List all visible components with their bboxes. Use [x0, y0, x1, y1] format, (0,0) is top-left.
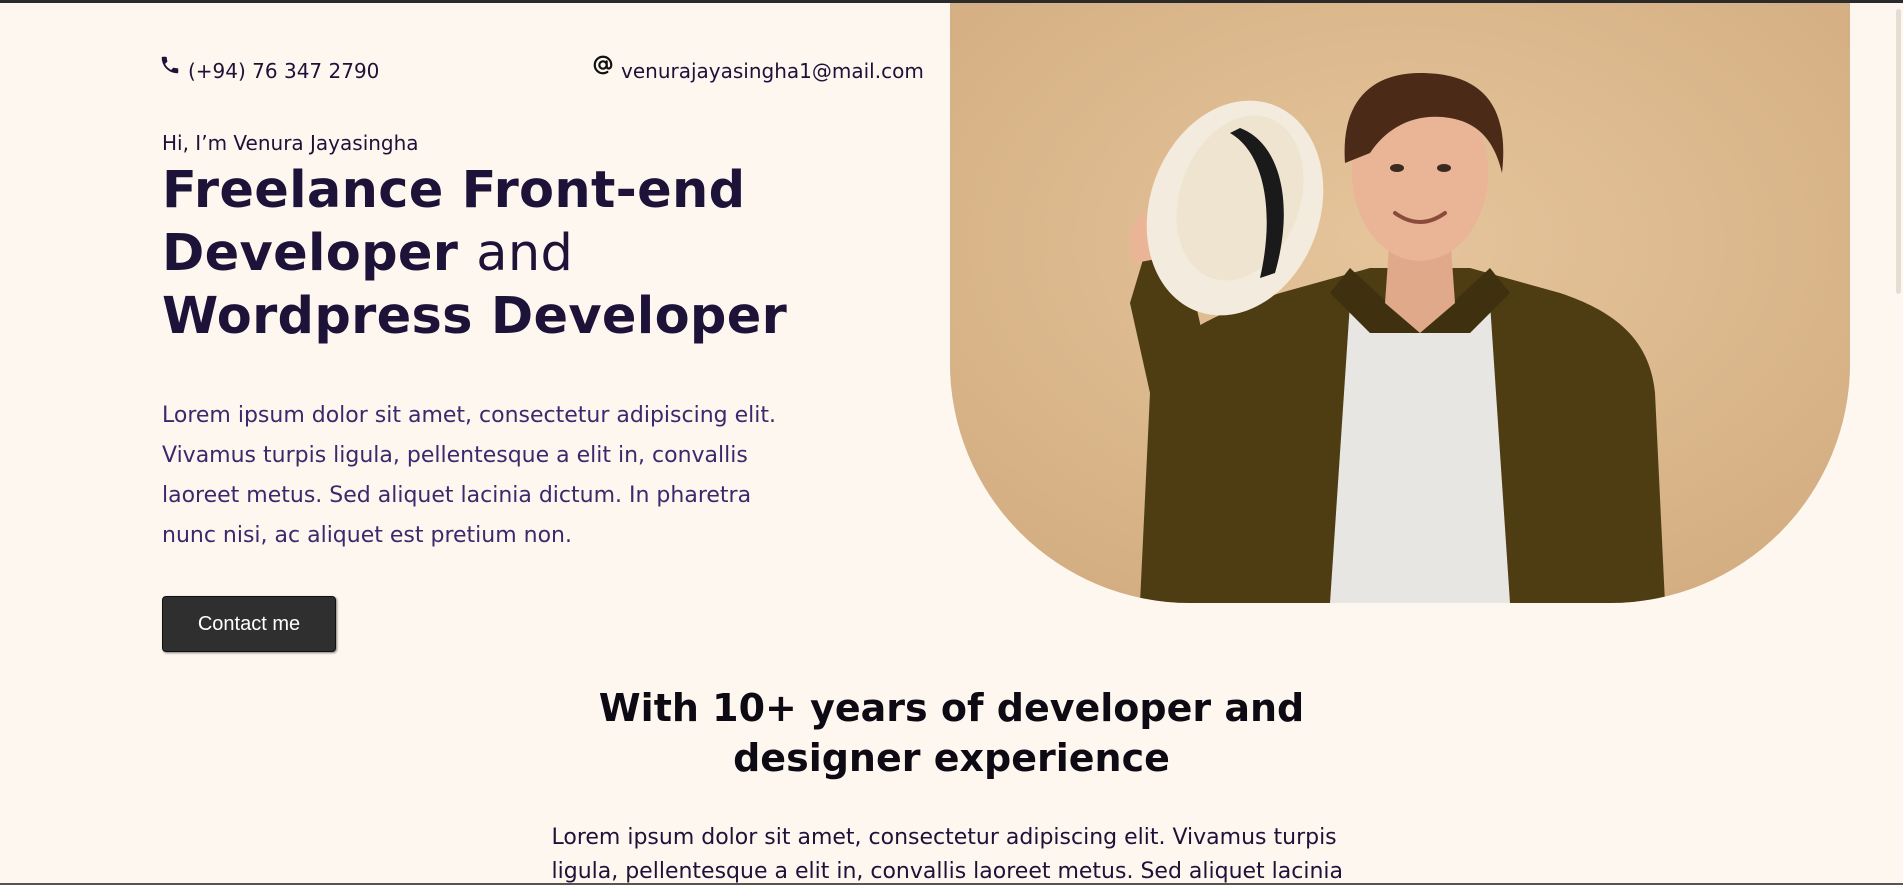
experience-title: With 10+ years of developer and designer…: [598, 686, 1305, 780]
hero-title-line2-bold: Developer: [162, 224, 459, 283]
contact-bar: (+94) 76 347 2790 venurajayasingha1@mail…: [158, 55, 924, 89]
hero-description: Lorem ipsum dolor sit amet, consectetur …: [162, 403, 776, 548]
email-contact[interactable]: venurajayasingha1@mail.com: [591, 55, 924, 83]
experience-section: With 10+ years of developer and designer…: [0, 683, 1903, 885]
hero-title: Freelance Front-end Developer and Wordpr…: [162, 159, 942, 348]
phone-number: (+94) 76 347 2790: [188, 59, 380, 83]
experience-description: Lorem ipsum dolor sit amet, consectetur …: [551, 825, 1344, 884]
contact-me-button[interactable]: Contact me: [162, 596, 336, 652]
hero-title-line3: Wordpress Developer: [162, 287, 788, 346]
hero-portrait-image: [950, 3, 1850, 603]
email-address: venurajayasingha1@mail.com: [621, 59, 924, 83]
scrollbar-thumb[interactable]: [1896, 9, 1901, 294]
hero-section: Hi, I’m Venura Jayasingha Freelance Fron…: [162, 131, 942, 652]
page: (+94) 76 347 2790 venurajayasingha1@mail…: [0, 0, 1903, 885]
hero-intro: Hi, I’m Venura Jayasingha: [162, 131, 419, 155]
hero-title-line1: Freelance Front-end: [162, 161, 746, 220]
phone-icon: [158, 53, 182, 77]
at-sign-icon: [591, 53, 615, 77]
portrait-illustration: [950, 3, 1850, 603]
hero-title-line2-light: and: [476, 224, 574, 283]
phone-contact[interactable]: (+94) 76 347 2790: [158, 56, 380, 83]
page-scrollbar[interactable]: [1886, 3, 1903, 885]
